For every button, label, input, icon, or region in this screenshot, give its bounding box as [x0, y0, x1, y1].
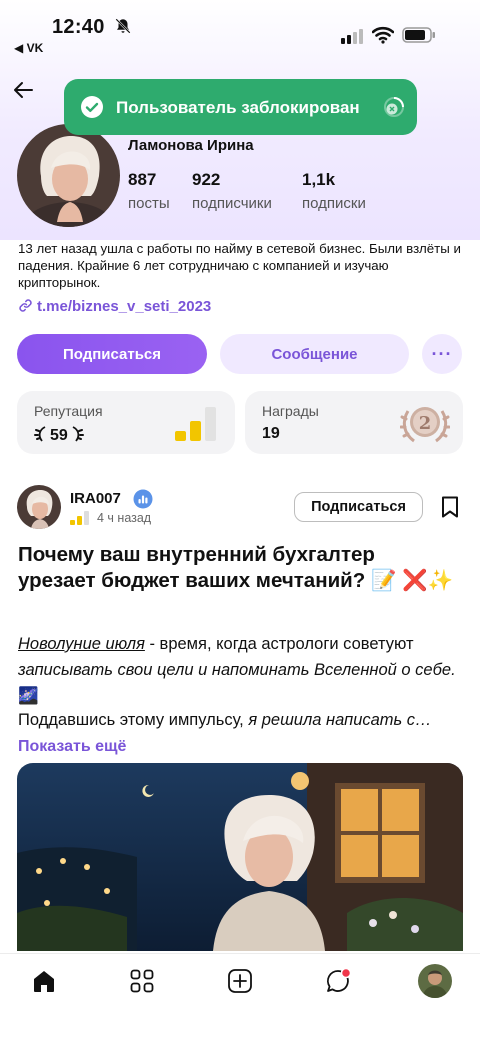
- add-icon[interactable]: [227, 968, 253, 994]
- back-arrow-icon[interactable]: [12, 80, 34, 100]
- show-more-link[interactable]: Показать ещё: [18, 738, 126, 756]
- subscribe-button[interactable]: Подписаться: [17, 334, 207, 374]
- back-to-app-link[interactable]: ◀ VK: [14, 41, 43, 55]
- reputation-bar: [190, 421, 201, 441]
- bookmark-icon[interactable]: [441, 496, 459, 518]
- awards-card[interactable]: Награды 19 2: [245, 391, 463, 454]
- post-follow-button[interactable]: Подписаться: [294, 492, 423, 522]
- profile-avatar-tab[interactable]: [418, 964, 452, 998]
- link-icon: [19, 299, 32, 312]
- stat-followers-value[interactable]: 922: [192, 170, 220, 190]
- reputation-title: Репутация: [34, 403, 103, 419]
- messages-icon[interactable]: [325, 968, 351, 994]
- stat-posts-value[interactable]: 887: [128, 170, 156, 190]
- reputation-bar: [175, 431, 186, 441]
- reputation-card[interactable]: Репутация 59: [17, 391, 235, 454]
- toast-notification: Пользователь заблокирован: [64, 79, 417, 135]
- battery-icon: [402, 27, 435, 43]
- post-author-avatar[interactable]: [17, 485, 61, 529]
- profile-avatar[interactable]: [17, 124, 120, 227]
- bell-off-icon: [115, 18, 131, 34]
- message-button[interactable]: Сообщение: [220, 334, 409, 374]
- profile-bio: 13 лет назад ушла с работы по найму в се…: [18, 241, 461, 290]
- bottom-navigation: [0, 953, 480, 1043]
- post-title[interactable]: Почему ваш внутренний бухгалтер урезает …: [18, 542, 458, 594]
- status-time: 12:40: [52, 16, 105, 38]
- toast-message: Пользователь заблокирован: [116, 98, 360, 117]
- verified-badge-icon: [133, 489, 153, 509]
- awards-title: Награды: [262, 403, 319, 419]
- home-icon[interactable]: [31, 968, 57, 994]
- medal-icon: 2: [400, 407, 450, 443]
- reputation-level-icon: [175, 407, 216, 441]
- stat-following-value[interactable]: 1,1k: [302, 170, 335, 190]
- profile-link-text[interactable]: t.me/biznes_v_seti_2023: [37, 298, 211, 315]
- post-inline-link[interactable]: Новолуние июля: [18, 635, 145, 653]
- post-timestamp: 4 ч назад: [97, 511, 152, 525]
- post-p2-text: Поддавшись этому импульсу,: [18, 711, 249, 729]
- more-button[interactable]: ···: [422, 334, 462, 374]
- stat-posts-label[interactable]: посты: [128, 195, 170, 212]
- close-icon[interactable]: [382, 95, 406, 119]
- author-level-icon: [70, 511, 89, 525]
- status-bar: 12:40 ◀ VK: [0, 0, 480, 60]
- apps-icon[interactable]: [129, 968, 155, 994]
- reputation-number: 59: [50, 427, 68, 444]
- reputation-value: 59: [34, 425, 84, 445]
- post-paragraph-2: Поддавшись этому импульсу, я решила напи…: [18, 709, 466, 731]
- post-image[interactable]: [17, 763, 463, 951]
- post-p1-italic: записывать свои цели и напоминать Вселен…: [18, 661, 456, 679]
- post-p1-emoji: 🌌: [18, 687, 39, 705]
- stat-following-label[interactable]: подписки: [302, 195, 366, 212]
- post-paragraph-1: Новолуние июля - время, когда астрологи …: [18, 631, 466, 709]
- awards-value: 19: [262, 425, 280, 442]
- laurel-left-icon: [34, 426, 46, 442]
- profile-link[interactable]: t.me/biznes_v_seti_2023: [18, 298, 211, 315]
- reputation-bar: [205, 407, 216, 441]
- post-p1-text: - время, когда астрологи советуют: [144, 635, 414, 653]
- wifi-icon: [372, 26, 394, 44]
- signal-icon: [341, 29, 363, 44]
- profile-name: Ламонова Ирина: [128, 137, 254, 154]
- stat-followers-label[interactable]: подписчики: [192, 195, 272, 212]
- post-author-name[interactable]: IRA007: [70, 490, 121, 507]
- laurel-right-icon: [72, 426, 84, 442]
- medal-number: 2: [419, 413, 432, 434]
- check-circle-icon: [81, 96, 103, 118]
- post-p2-italic: я решила написать с…: [248, 711, 432, 729]
